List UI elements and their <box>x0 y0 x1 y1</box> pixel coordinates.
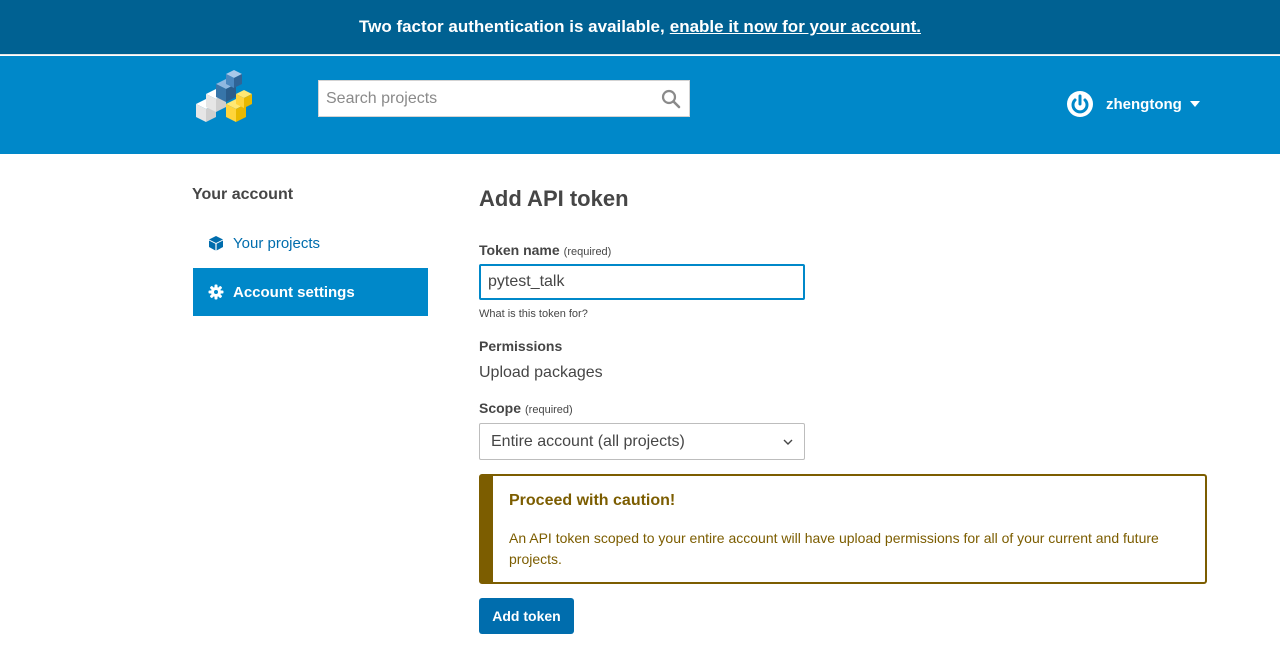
required-note: (required) <box>525 404 573 416</box>
caution-callout: Proceed with caution! An API token scope… <box>479 474 1207 584</box>
chevron-down-icon <box>1189 101 1200 107</box>
scope-selected-value: Entire account (all projects) <box>491 432 685 450</box>
permissions-label: Permissions <box>479 338 563 354</box>
site-header: zhengtong <box>0 56 1280 154</box>
chevron-down-icon <box>783 439 793 445</box>
cube-icon <box>208 235 224 251</box>
scope-label-text: Scope <box>479 400 522 416</box>
gear-icon <box>208 284 224 300</box>
token-name-input[interactable] <box>479 264 805 300</box>
required-note: (required) <box>563 246 612 258</box>
sidebar-item-label: Account settings <box>233 283 355 301</box>
sidebar-item-your-projects[interactable]: Your projects <box>193 219 428 267</box>
pypi-logo-icon[interactable] <box>192 70 254 126</box>
scope-select[interactable]: Entire account (all projects) <box>479 423 805 460</box>
permissions-value: Upload packages <box>479 364 603 381</box>
callout-title: Proceed with caution! <box>509 492 676 509</box>
notice-text: Two factor authentication is available, <box>358 17 665 36</box>
two-factor-notice-banner: Two factor authentication is available, … <box>0 0 1280 55</box>
sidebar-item-label: Your projects <box>233 234 320 252</box>
token-name-label-text: Token name <box>479 242 560 258</box>
page-title: Add API token <box>479 186 629 211</box>
search-box <box>318 80 690 117</box>
callout-body: An API token scoped to your entire accou… <box>509 530 1159 567</box>
token-name-help-text: What is this token for? <box>479 308 588 320</box>
sidebar-heading: Your account <box>192 186 294 203</box>
sidebar-item-account-settings[interactable]: Account settings <box>193 268 428 316</box>
search-icon[interactable] <box>661 89 681 109</box>
user-menu[interactable]: zhengtong <box>1066 90 1200 118</box>
user-avatar-icon <box>1067 91 1093 117</box>
search-input[interactable] <box>319 81 649 116</box>
username-label: zhengtong <box>1106 95 1182 113</box>
add-token-button[interactable]: Add token <box>479 598 574 634</box>
enable-2fa-link[interactable]: enable it now for your account. <box>670 17 921 37</box>
scope-label: Scope (required) <box>479 400 573 416</box>
token-name-label: Token name (required) <box>479 242 611 258</box>
